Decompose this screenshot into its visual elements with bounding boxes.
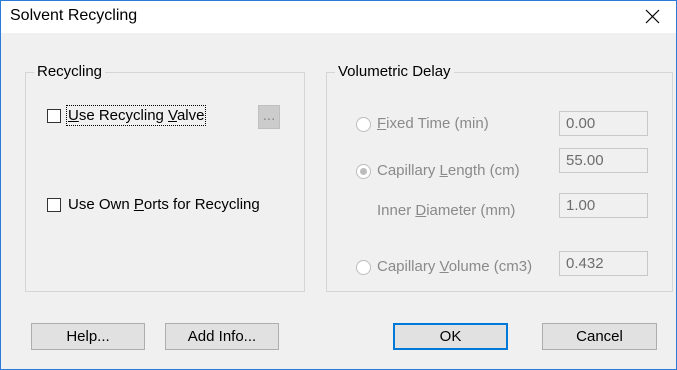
close-button[interactable] bbox=[630, 1, 676, 33]
capillary-length-text-a: Capillary bbox=[377, 162, 440, 179]
capillary-length-label[interactable]: Capillary Length (cm) bbox=[377, 162, 520, 179]
title-bar: Solvent Recycling bbox=[1, 1, 676, 33]
ok-button[interactable]: OK bbox=[393, 323, 508, 350]
capillary-volume-text-b: olume (cm3) bbox=[448, 258, 533, 275]
fixed-time-field[interactable]: 0.00 bbox=[559, 111, 648, 136]
volumetric-delay-legend: Volumetric Delay bbox=[338, 63, 451, 80]
fixed-time-label[interactable]: Fixed Time (min) bbox=[377, 115, 489, 132]
help-button[interactable]: Help... bbox=[31, 323, 145, 350]
use-recycling-valve-label[interactable]: Use Recycling Valve bbox=[65, 105, 207, 126]
use-own-ports-text-a: Use Own bbox=[68, 196, 134, 213]
window-title: Solvent Recycling bbox=[10, 7, 138, 24]
fixed-time-mnemonic: F bbox=[377, 115, 387, 132]
capillary-length-text-b: ength (cm) bbox=[447, 162, 520, 179]
fixed-time-radio[interactable] bbox=[356, 117, 371, 132]
capillary-volume-mnemonic: V bbox=[439, 258, 449, 275]
close-icon bbox=[645, 9, 660, 24]
recycling-valve-options-button[interactable]: ... bbox=[258, 105, 280, 129]
recycling-legend: Recycling bbox=[37, 63, 103, 80]
inner-diameter-field[interactable]: 1.00 bbox=[559, 193, 648, 218]
capillary-length-radio[interactable] bbox=[356, 164, 371, 179]
recycling-group: Recycling bbox=[25, 64, 305, 292]
capillary-length-mnemonic: L bbox=[439, 162, 448, 179]
use-recycling-valve-mnemonic: U bbox=[68, 107, 79, 124]
capillary-volume-radio[interactable] bbox=[356, 260, 371, 275]
cancel-button[interactable]: Cancel bbox=[542, 323, 657, 350]
inner-diameter-label: Inner Diameter (mm) bbox=[377, 202, 515, 219]
use-recycling-valve-checkbox[interactable] bbox=[47, 109, 61, 123]
use-recycling-valve-text-a: se Recycling bbox=[78, 107, 169, 124]
use-own-ports-text-b: orts for Recycling bbox=[143, 196, 260, 213]
inner-diameter-text-b: iameter (mm) bbox=[426, 202, 516, 219]
ellipsis-label: ... bbox=[262, 107, 276, 124]
use-own-ports-mnemonic: P bbox=[133, 196, 144, 213]
solvent-recycling-dialog: Solvent Recycling Recycling Use Recyclin… bbox=[0, 0, 677, 370]
fixed-time-text: ixed Time (min) bbox=[386, 115, 489, 132]
use-own-ports-label[interactable]: Use Own Ports for Recycling bbox=[68, 196, 260, 213]
capillary-volume-label[interactable]: Capillary Volume (cm3) bbox=[377, 258, 532, 275]
capillary-volume-text-a: Capillary bbox=[377, 258, 440, 275]
inner-diameter-mnemonic: D bbox=[415, 202, 427, 219]
add-info-button[interactable]: Add Info... bbox=[165, 323, 279, 350]
capillary-length-field[interactable]: 55.00 bbox=[559, 148, 648, 173]
use-recycling-valve-text-b: alve bbox=[176, 107, 205, 124]
use-own-ports-checkbox[interactable] bbox=[47, 198, 61, 212]
inner-diameter-text-a: Inner bbox=[377, 202, 416, 219]
capillary-volume-field[interactable]: 0.432 bbox=[559, 251, 648, 276]
use-recycling-valve-mnemonic-2: V bbox=[168, 107, 177, 124]
